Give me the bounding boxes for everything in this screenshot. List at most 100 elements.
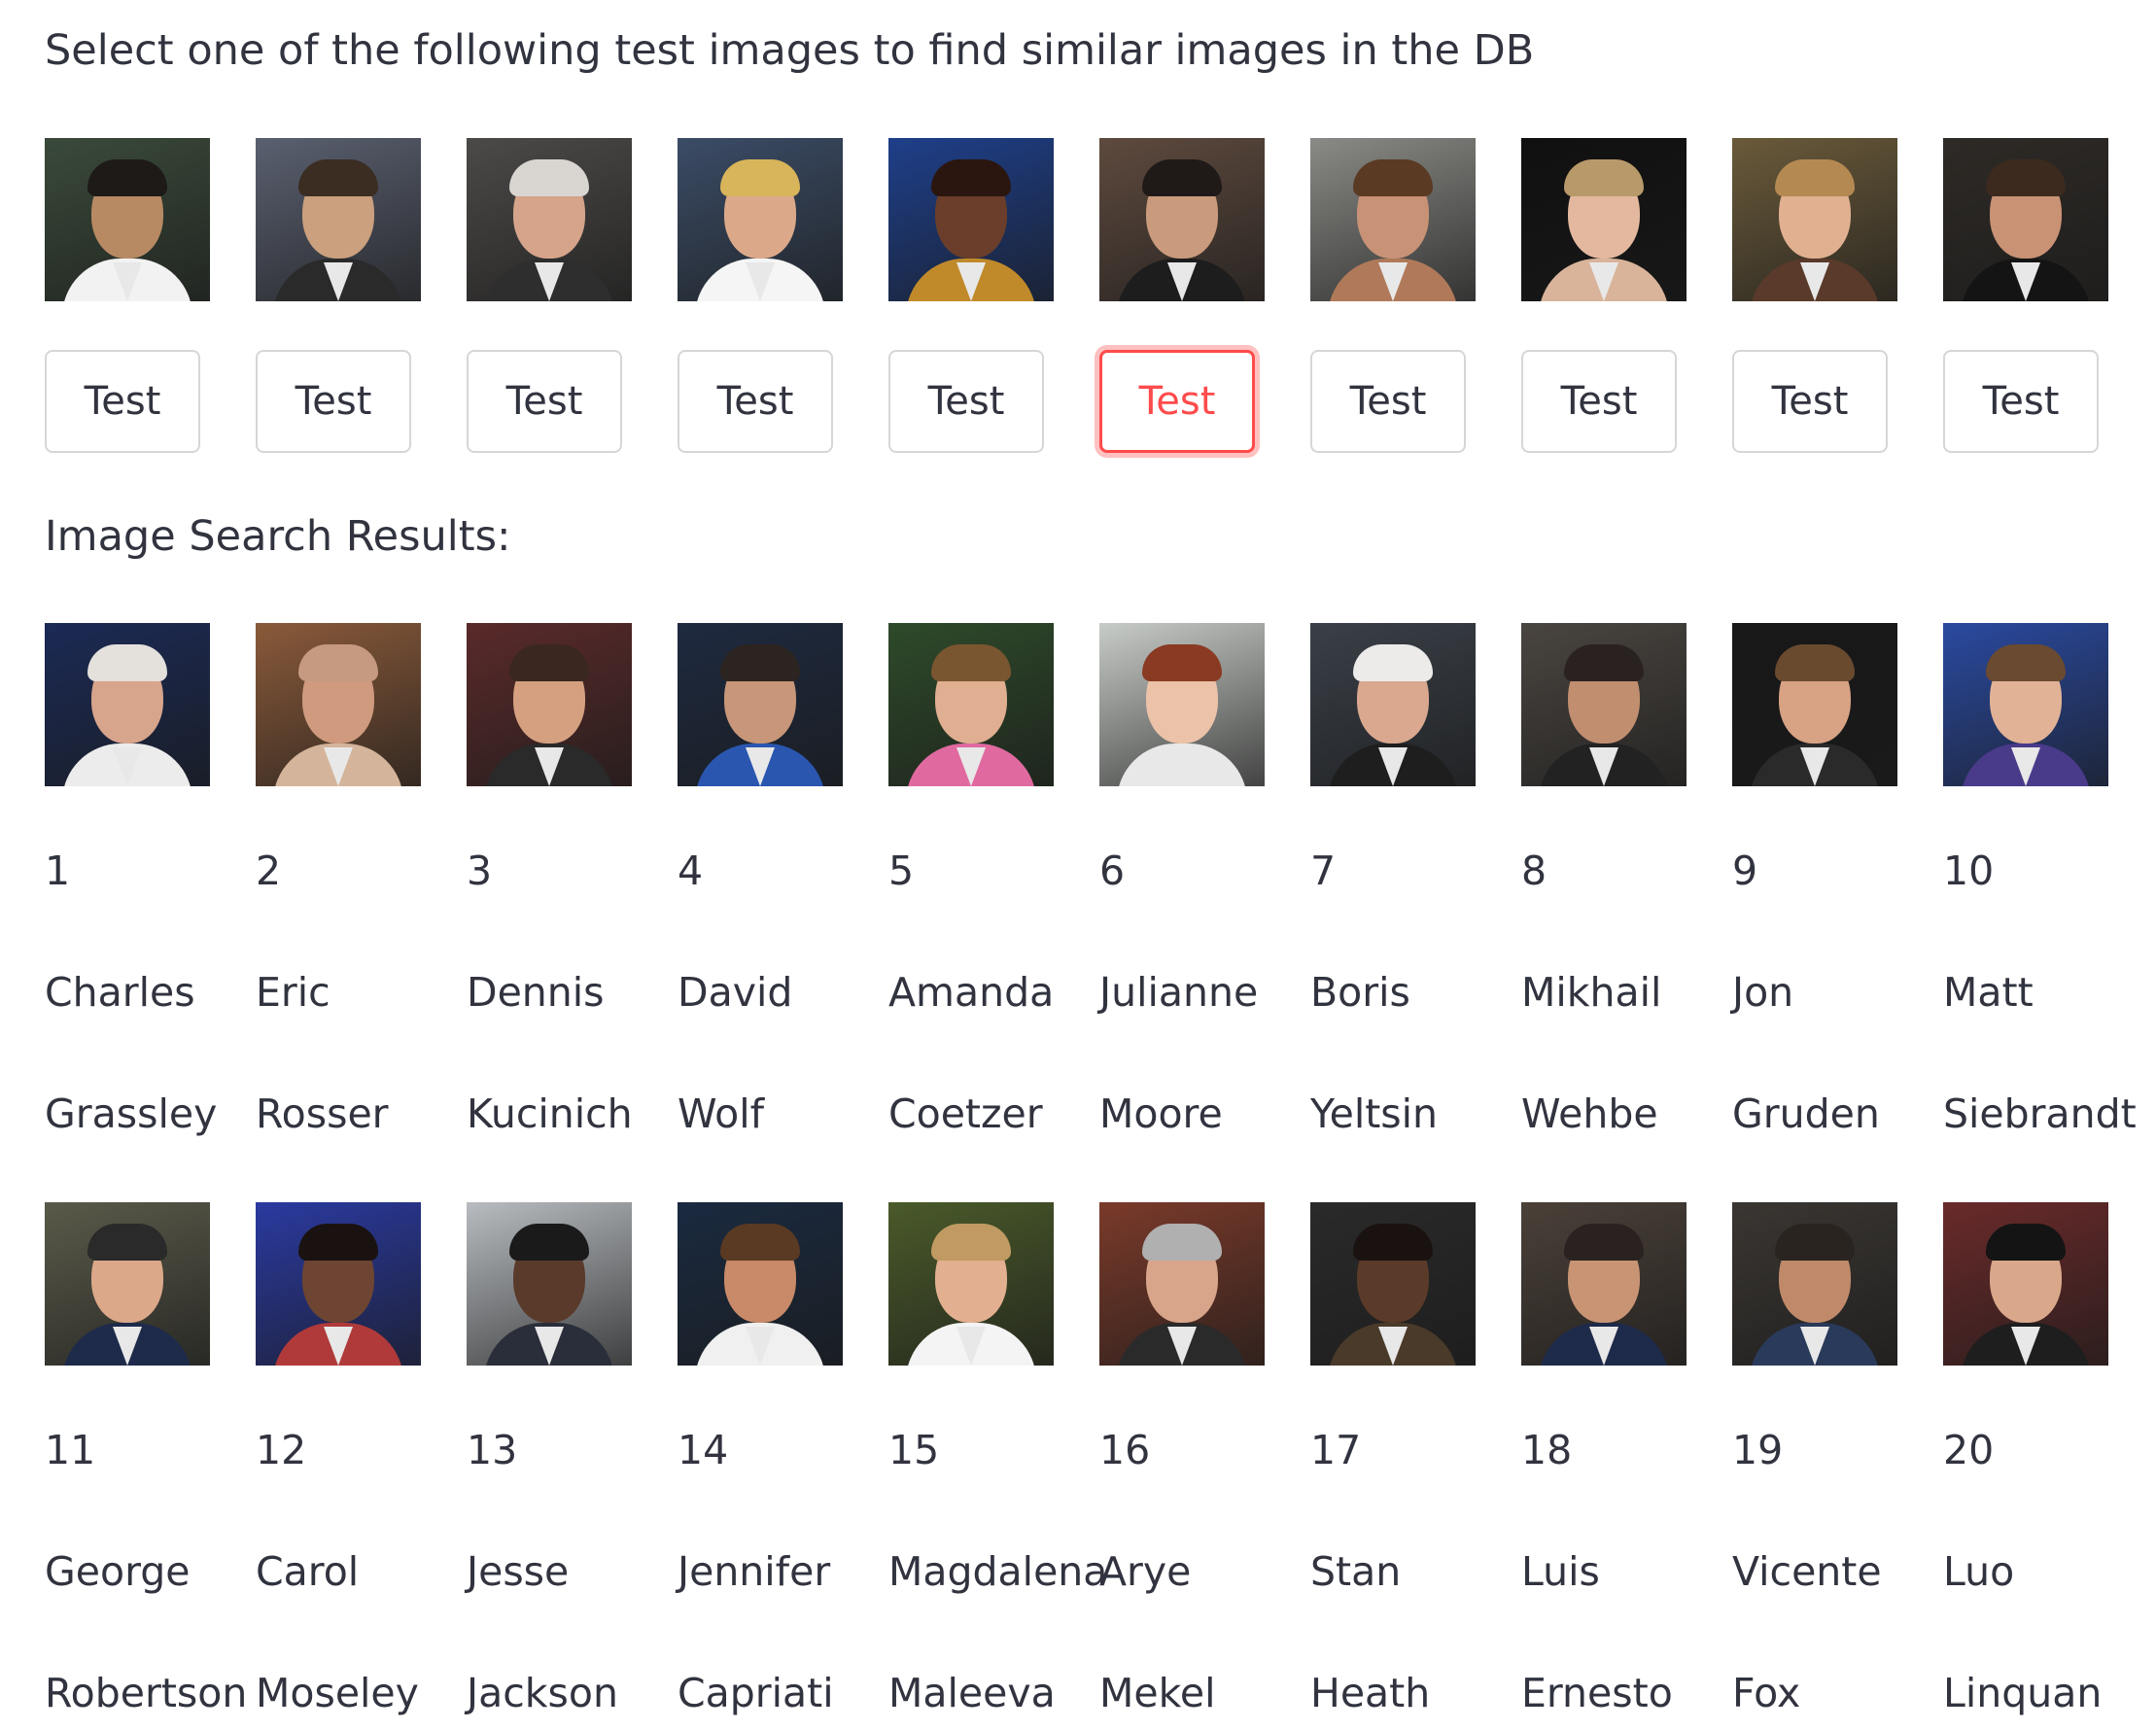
result-first-name: Julianne [1099, 969, 1259, 1016]
portrait-photo [1099, 1202, 1265, 1366]
result-rank: 16 [1099, 1427, 1151, 1473]
result-image [467, 623, 632, 788]
portrait-photo [1943, 1202, 2108, 1366]
result-rank: 10 [1943, 848, 1995, 894]
result-first-name: Luis [1521, 1548, 1600, 1595]
result-last-name: Fox [1732, 1670, 1801, 1716]
result-rank: 12 [256, 1427, 307, 1473]
test-image [1099, 138, 1265, 303]
portrait-photo [1521, 138, 1687, 301]
portrait-photo [467, 623, 632, 786]
result-rank: 9 [1732, 848, 1758, 894]
test-image [256, 138, 421, 303]
result-first-name: Jennifer [678, 1548, 831, 1595]
portrait-photo [1310, 1202, 1476, 1366]
test-image [467, 138, 632, 303]
results-heading: Image Search Results: [45, 512, 511, 561]
test-image [1521, 138, 1687, 303]
result-image [1943, 623, 2108, 788]
test-button[interactable]: Test [678, 350, 833, 453]
result-image [1310, 1202, 1476, 1367]
result-rank: 4 [678, 848, 704, 894]
test-button[interactable]: Test [1310, 350, 1466, 453]
test-button[interactable]: Test [1943, 350, 2099, 453]
result-first-name: Vicente [1732, 1548, 1882, 1595]
portrait-photo [1521, 623, 1687, 786]
portrait-photo [888, 623, 1054, 786]
result-last-name: Wolf [678, 1090, 765, 1137]
result-first-name: Eric [256, 969, 330, 1016]
test-image [1732, 138, 1897, 303]
result-image [1732, 623, 1897, 788]
portrait-photo [678, 138, 843, 301]
page-instructions: Select one of the following test images … [45, 26, 1535, 75]
result-rank: 19 [1732, 1427, 1784, 1473]
result-image [1943, 1202, 2108, 1367]
portrait-photo [467, 138, 632, 301]
result-image [1099, 1202, 1265, 1367]
result-image [256, 623, 421, 788]
test-button[interactable]: Test [888, 350, 1044, 453]
result-last-name: Grassley [45, 1090, 218, 1137]
test-image [678, 138, 843, 303]
result-image [1732, 1202, 1897, 1367]
result-rank: 7 [1310, 848, 1337, 894]
result-first-name: Arye [1099, 1548, 1192, 1595]
test-button[interactable]: Test [1732, 350, 1888, 453]
portrait-photo [1310, 138, 1476, 301]
result-image [888, 623, 1054, 788]
test-button[interactable]: Test [256, 350, 411, 453]
result-last-name: Mekel [1099, 1670, 1216, 1716]
portrait-photo [45, 138, 210, 301]
portrait-photo [45, 623, 210, 786]
test-button[interactable]: Test [1099, 350, 1255, 453]
result-image [678, 623, 843, 788]
result-rank: 13 [467, 1427, 518, 1473]
result-rank: 11 [45, 1427, 96, 1473]
result-last-name: Coetzer [888, 1090, 1043, 1137]
test-button[interactable]: Test [1521, 350, 1677, 453]
portrait-photo [256, 623, 421, 786]
result-first-name: Jesse [467, 1548, 570, 1595]
result-image [256, 1202, 421, 1367]
result-last-name: Siebrandt [1943, 1090, 2137, 1137]
portrait-photo [1732, 623, 1897, 786]
portrait-photo [1943, 623, 2108, 786]
result-image [45, 623, 210, 788]
result-last-name: Wehbe [1521, 1090, 1658, 1137]
portrait-photo [888, 138, 1054, 301]
test-image [888, 138, 1054, 303]
result-last-name: Yeltsin [1310, 1090, 1439, 1137]
result-image [678, 1202, 843, 1367]
result-first-name: Stan [1310, 1548, 1402, 1595]
result-image [1521, 623, 1687, 788]
portrait-photo [888, 1202, 1054, 1366]
result-last-name: Rosser [256, 1090, 389, 1137]
result-rank: 1 [45, 848, 71, 894]
portrait-photo [678, 623, 843, 786]
result-last-name: Moore [1099, 1090, 1223, 1137]
portrait-photo [1310, 623, 1476, 786]
results-image-row-1 [45, 623, 2156, 788]
test-image [1943, 138, 2108, 303]
result-image [1310, 623, 1476, 788]
result-last-name: Ernesto [1521, 1670, 1673, 1716]
test-button[interactable]: Test [467, 350, 622, 453]
result-first-name: Charles [45, 969, 195, 1016]
result-first-name: Dennis [467, 969, 605, 1016]
result-first-name: Mikhail [1521, 969, 1662, 1016]
result-rank: 2 [256, 848, 282, 894]
result-first-name: Matt [1943, 969, 2034, 1016]
result-first-name: Boris [1310, 969, 1410, 1016]
portrait-photo [467, 1202, 632, 1366]
result-first-name: Magdalena [888, 1548, 1108, 1595]
result-last-name: Kucinich [467, 1090, 633, 1137]
test-button[interactable]: Test [45, 350, 200, 453]
result-image [1099, 623, 1265, 788]
result-first-name: George [45, 1548, 191, 1595]
portrait-photo [1943, 138, 2108, 301]
result-image [1521, 1202, 1687, 1367]
result-rank: 18 [1521, 1427, 1573, 1473]
result-rank: 8 [1521, 848, 1547, 894]
results-image-row-2 [45, 1202, 2156, 1367]
